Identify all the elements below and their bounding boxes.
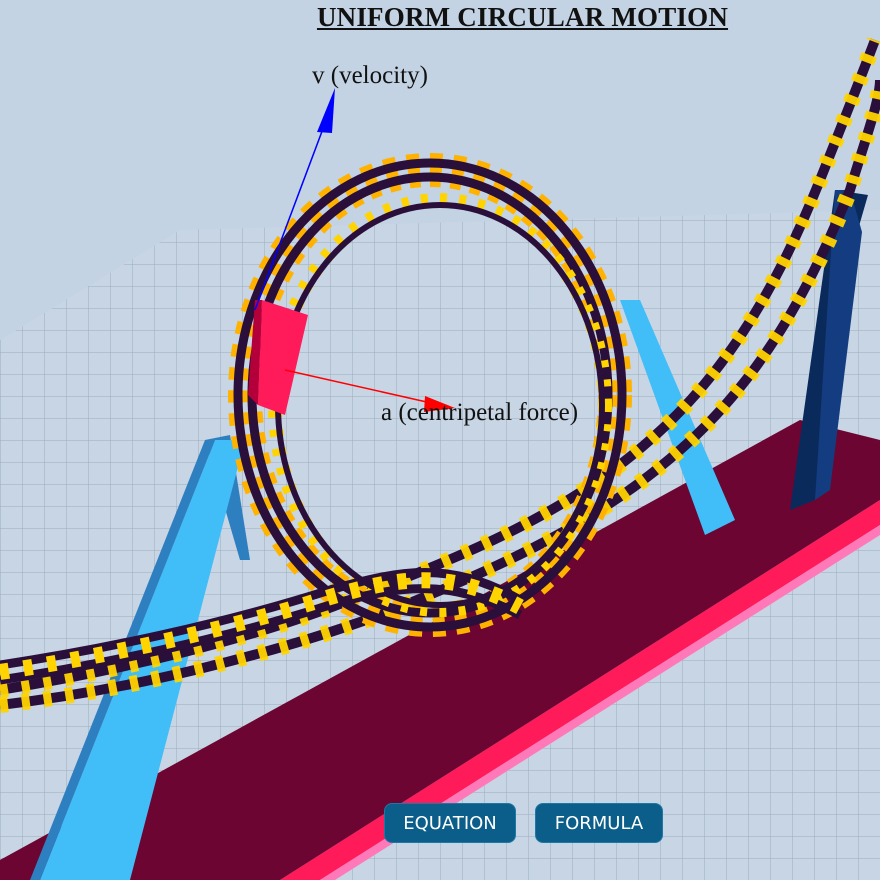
acceleration-label: a (centripetal force) [381,399,579,426]
equation-button[interactable]: EQUATION [384,803,516,843]
3d-scene-canvas[interactable] [0,0,880,880]
velocity-label: v (velocity) [312,62,428,89]
formula-button[interactable]: FORMULA [535,803,663,843]
page-title: UNIFORM CIRCULAR MOTION [316,2,729,32]
